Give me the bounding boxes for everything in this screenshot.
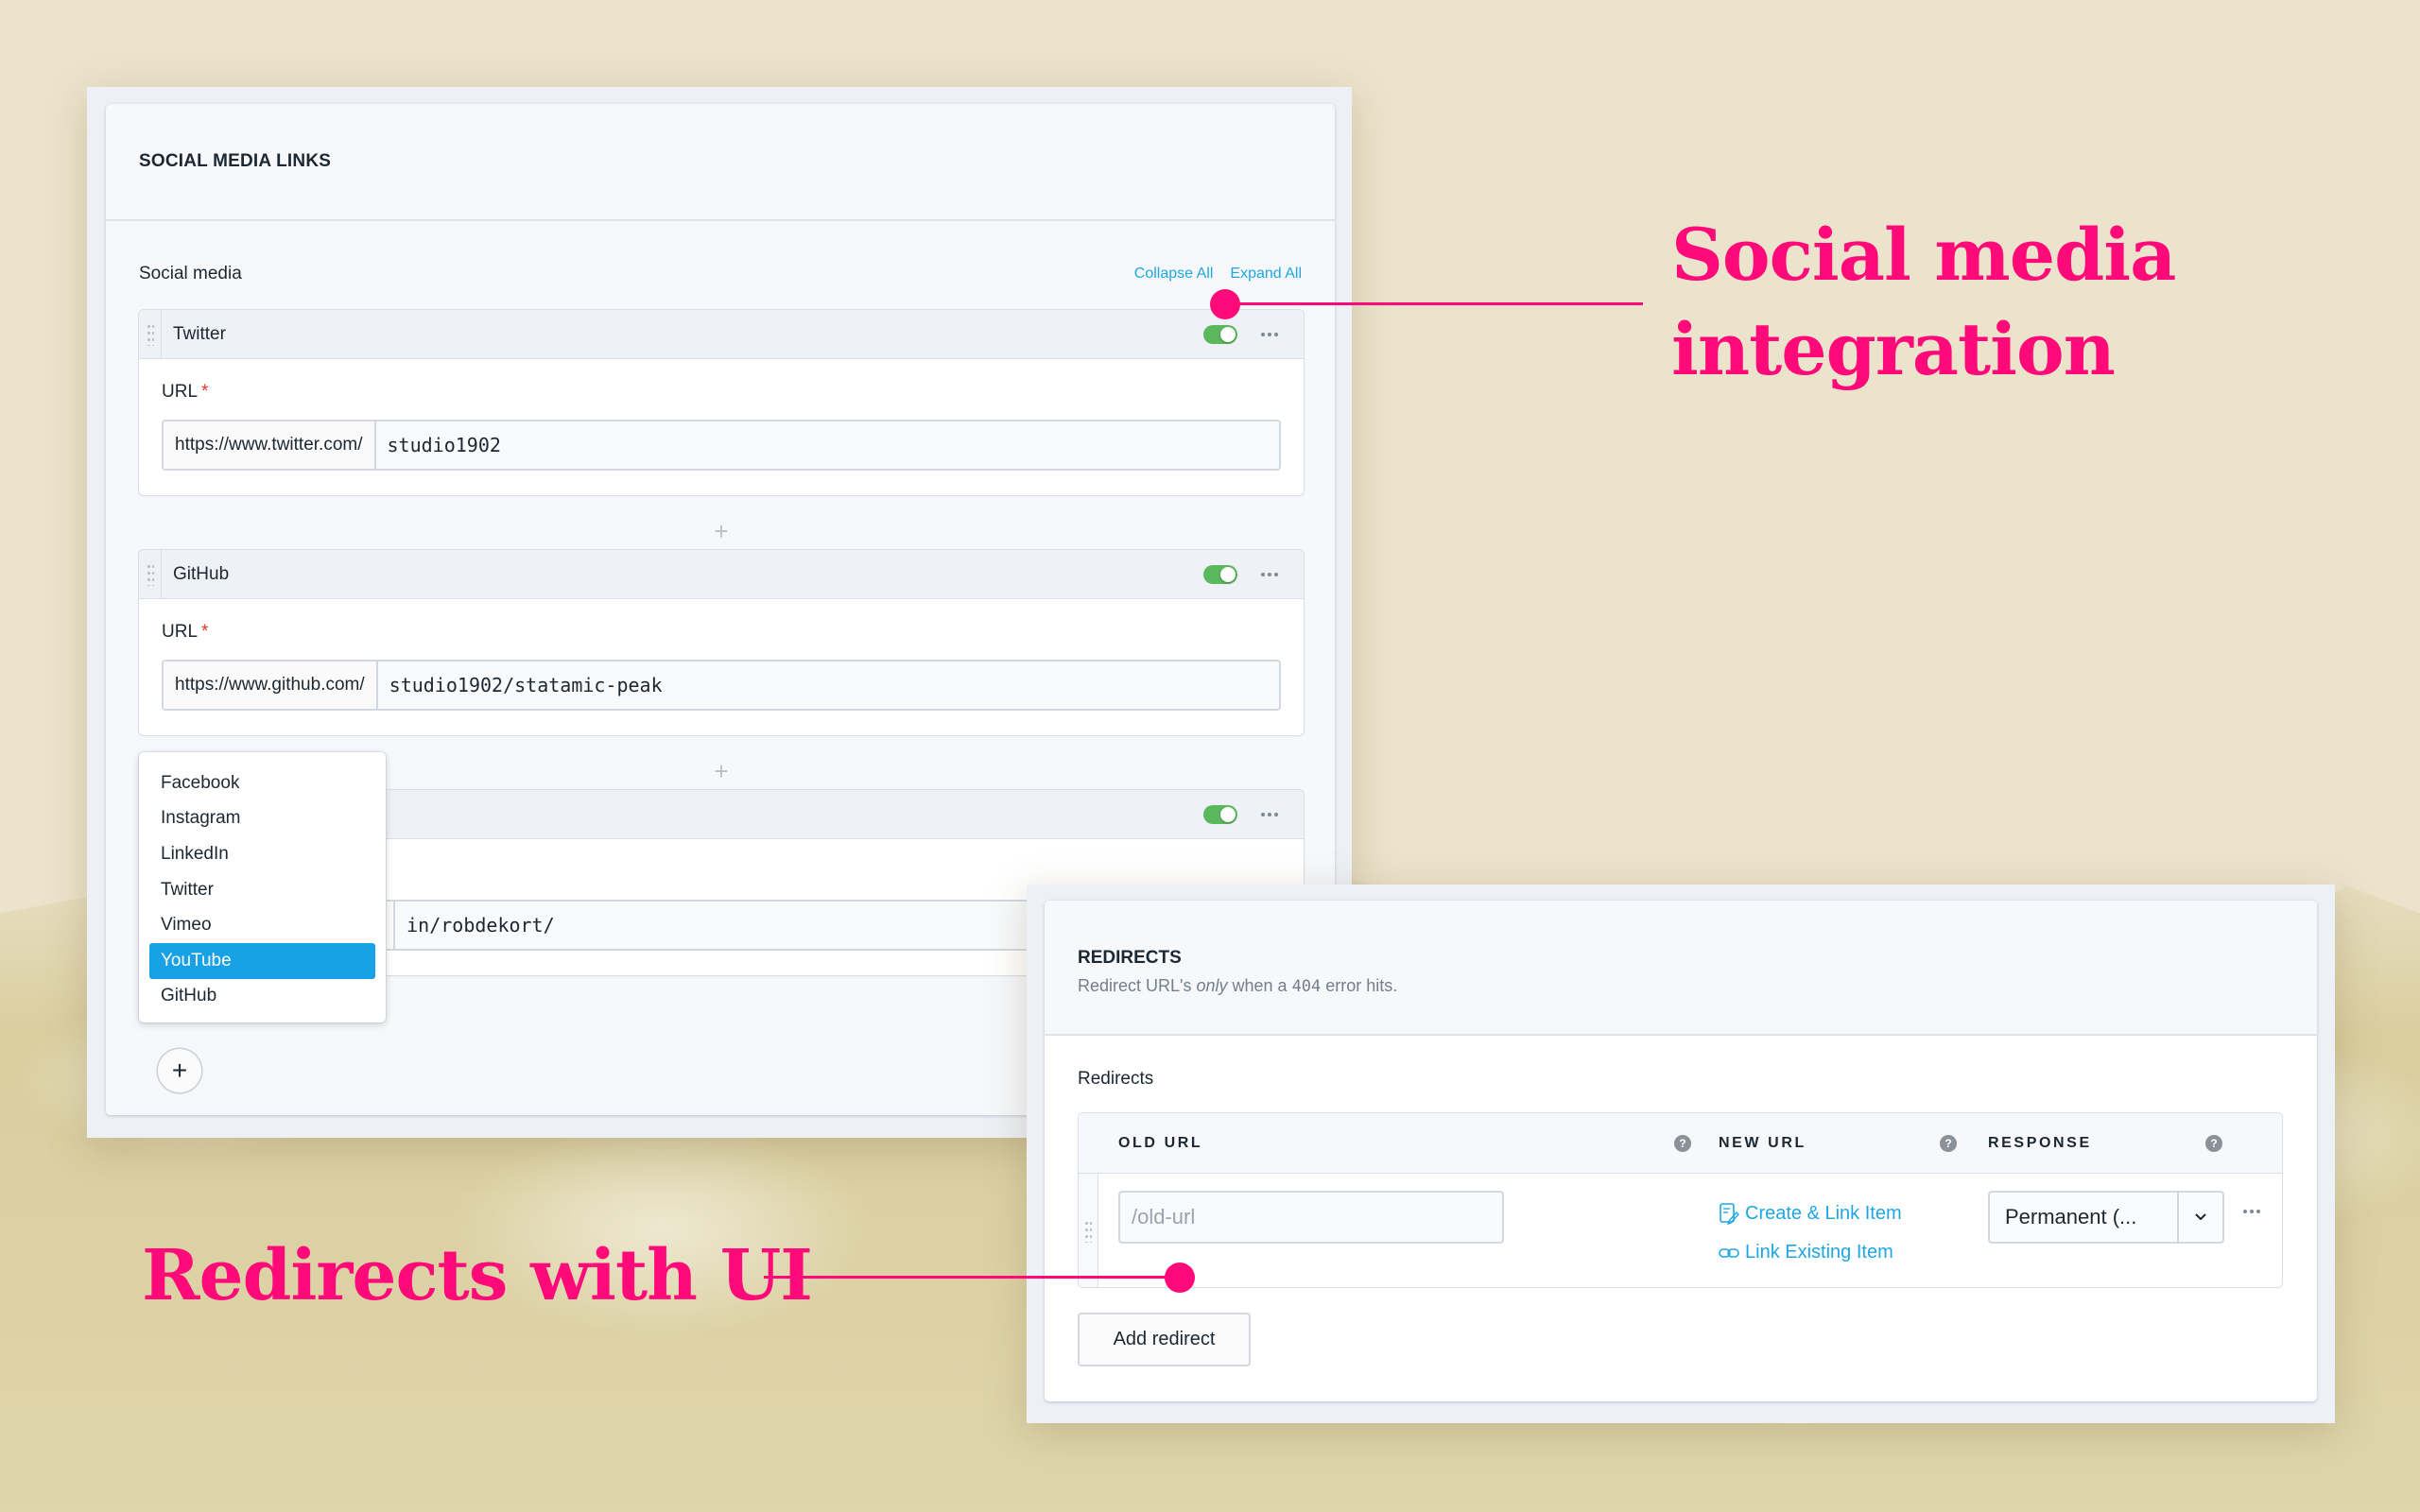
- help-icon[interactable]: ?: [1674, 1135, 1691, 1152]
- url-field[interactable]: https://www.twitter.com/ studio1902: [162, 420, 1281, 471]
- drag-handle-icon: [146, 322, 154, 346]
- callout-redirects: Redirects with UI: [142, 1235, 813, 1316]
- set-title: GitHub: [173, 563, 230, 584]
- description-text: when a: [1227, 976, 1292, 995]
- url-input[interactable]: studio1902/statamic-peak: [377, 662, 1279, 709]
- redirects-section: REDIRECTS Redirect URL's only when a 404…: [1045, 901, 2317, 1401]
- description-emphasis: only: [1196, 976, 1228, 995]
- old-url-input[interactable]: /old-url: [1118, 1191, 1504, 1244]
- column-new-url: NEW URL: [1719, 1135, 1806, 1151]
- drag-handle-icon: [1084, 1219, 1092, 1243]
- drag-handle-icon: [146, 562, 154, 586]
- url-label: URL*: [162, 382, 1281, 403]
- drag-handle[interactable]: [139, 310, 162, 358]
- response-select[interactable]: Permanent (...: [1988, 1191, 2224, 1244]
- create-link-item-button[interactable]: Create & Link Item: [1719, 1202, 1902, 1225]
- table-row: /old-url Create & Link Item Link Existin…: [1079, 1174, 2282, 1287]
- redirects-panel: REDIRECTS Redirect URL's only when a 404…: [1027, 885, 2335, 1423]
- section-description: Redirect URL's only when a 404 error hit…: [1078, 976, 2284, 996]
- url-label-text: URL: [162, 622, 199, 642]
- callout-connector-social: [1225, 302, 1643, 305]
- url-label: URL*: [162, 622, 1281, 643]
- link-existing-item-button[interactable]: Link Existing Item: [1719, 1242, 1893, 1263]
- callout-line-2: integration: [1671, 307, 2116, 391]
- callout-social-media: Social media integration: [1671, 208, 2176, 397]
- redirects-header: REDIRECTS Redirect URL's only when a 404…: [1045, 901, 2317, 1036]
- set-header[interactable]: GitHub: [139, 550, 1304, 599]
- url-field[interactable]: https://www.github.com/ studio1902/stata…: [162, 660, 1281, 711]
- dropdown-option-github[interactable]: GitHub: [149, 979, 375, 1015]
- dropdown-option-twitter[interactable]: Twitter: [149, 872, 375, 908]
- section-title: REDIRECTS: [1078, 948, 1182, 968]
- description-code: 404: [1291, 977, 1322, 996]
- more-options-icon[interactable]: [1260, 325, 1279, 344]
- create-link-item-label: Create & Link Item: [1745, 1202, 1902, 1224]
- response-select-value: Permanent (...: [2005, 1205, 2137, 1228]
- callout-line-1: Social media: [1671, 213, 2176, 297]
- dropdown-option-vimeo[interactable]: Vimeo: [149, 907, 375, 943]
- field-label: Redirects: [1078, 1069, 1154, 1089]
- description-text: error hits.: [1321, 976, 1398, 995]
- callout-dot-redirects: [1165, 1263, 1195, 1293]
- set-twitter: Twitter URL * https://www.twitter.com/ st…: [139, 310, 1304, 495]
- set-github: GitHub URL * https://www.github.com/ stud…: [139, 550, 1304, 735]
- link-existing-item-label: Link Existing Item: [1745, 1242, 1893, 1263]
- create-entry-icon: [1720, 1203, 1739, 1225]
- enabled-toggle[interactable]: [1203, 565, 1237, 584]
- redirects-grid: OLD URL ? NEW URL ? RESPONSE ? /old-url …: [1078, 1112, 2283, 1288]
- callout-dot-social: [1210, 289, 1240, 319]
- chevron-down-icon[interactable]: [2177, 1193, 2222, 1242]
- url-input[interactable]: studio1902: [375, 421, 1279, 469]
- enabled-toggle[interactable]: [1203, 805, 1237, 824]
- row-more-options-icon[interactable]: [2243, 1210, 2260, 1213]
- url-label-text: URL: [162, 382, 199, 402]
- url-prefix: https://www.github.com/: [164, 662, 378, 709]
- description-text: Redirect URL's: [1078, 976, 1197, 995]
- required-marker: *: [201, 382, 209, 402]
- field-header: Social media Collapse All Expand All: [139, 255, 1302, 293]
- dropdown-option-facebook[interactable]: Facebook: [149, 765, 375, 801]
- more-options-icon[interactable]: [1260, 565, 1279, 584]
- add-redirect-button[interactable]: Add redirect: [1078, 1313, 1251, 1366]
- set-title: Twitter: [173, 323, 226, 344]
- column-response: RESPONSE: [1988, 1135, 2092, 1151]
- callout-connector-redirects: [764, 1276, 1180, 1279]
- link-icon: [1719, 1247, 1739, 1258]
- set-type-dropdown: Facebook Instagram LinkedIn Twitter Vime…: [139, 752, 386, 1022]
- column-old-url: OLD URL: [1118, 1135, 1203, 1151]
- set-header[interactable]: Twitter: [139, 310, 1304, 359]
- insert-set-button[interactable]: +: [139, 512, 1304, 550]
- section-title: SOCIAL MEDIA LINKS: [106, 104, 1335, 221]
- required-marker: *: [201, 622, 209, 642]
- expand-all-button[interactable]: Expand All: [1230, 266, 1302, 283]
- drag-handle[interactable]: [139, 550, 162, 598]
- dropdown-option-linkedin[interactable]: LinkedIn: [149, 836, 375, 872]
- enabled-toggle[interactable]: [1203, 325, 1237, 344]
- grid-header: OLD URL ? NEW URL ? RESPONSE ?: [1079, 1113, 2282, 1174]
- help-icon[interactable]: ?: [1940, 1135, 1957, 1152]
- more-options-icon[interactable]: [1260, 805, 1279, 824]
- help-icon[interactable]: ?: [2205, 1135, 2222, 1152]
- collapse-all-button[interactable]: Collapse All: [1134, 266, 1214, 283]
- dropdown-option-instagram[interactable]: Instagram: [149, 801, 375, 837]
- dropdown-option-youtube[interactable]: YouTube: [149, 942, 375, 979]
- add-set-button[interactable]: +: [158, 1049, 201, 1092]
- collapse-expand-links: Collapse All Expand All: [1134, 266, 1302, 283]
- url-prefix: https://www.twitter.com/: [164, 421, 376, 469]
- field-label: Social media: [139, 264, 242, 284]
- drag-handle[interactable]: [1079, 1174, 1098, 1287]
